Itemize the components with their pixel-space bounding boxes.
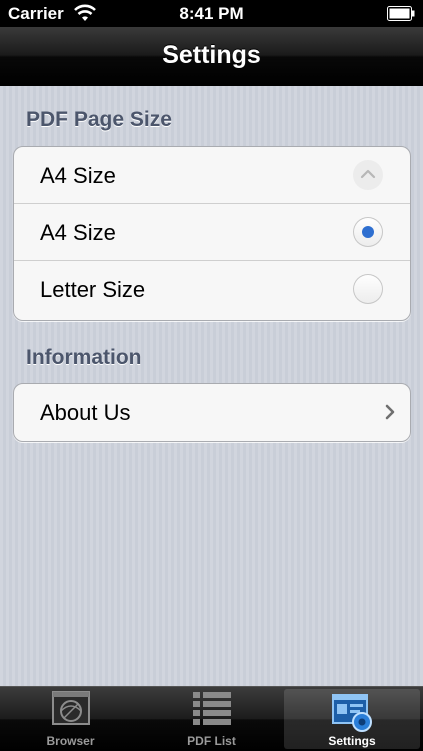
about-us-row[interactable]: About Us [14,384,410,441]
status-bar: Carrier 8:41 PM [0,0,423,27]
section-header-pdf-page-size: PDF Page Size [26,108,172,131]
option-row-a4-size-1[interactable]: A4 Size [14,147,410,204]
radio-selected-icon[interactable] [353,217,383,247]
browser-icon [51,691,90,725]
navigation-bar: Settings [0,27,423,86]
option-label: A4 Size [40,163,116,188]
about-us-label: About Us [40,400,131,425]
clock-label: 8:41 PM [179,4,244,23]
tab-label: Settings [328,734,376,748]
battery-icon [387,6,415,21]
tab-browser[interactable]: Browser [0,687,141,751]
option-row-a4-size-2[interactable]: A4 Size [14,204,410,261]
tab-label: Browser [46,734,95,748]
tab-bar: Browser PDF List Settings [0,686,423,751]
chevron-right-icon [385,404,395,420]
information-group: About Us [13,383,411,442]
pdf-page-size-group: A4 Size A4 Size Letter Size [13,146,411,321]
tab-settings[interactable]: Settings [284,689,420,749]
option-row-letter-size[interactable]: Letter Size [14,261,410,318]
collapse-up-icon[interactable] [353,160,383,190]
radio-dot-icon [362,226,374,238]
page-title: Settings [162,41,261,69]
list-icon [192,692,231,725]
section-header-information: Information [26,346,142,369]
settings-icon [332,694,372,732]
tab-pdf-list[interactable]: PDF List [141,687,282,751]
tab-label: PDF List [187,734,236,748]
option-label: Letter Size [40,277,146,302]
radio-empty-icon[interactable] [353,274,383,304]
option-label: A4 Size [40,220,116,245]
